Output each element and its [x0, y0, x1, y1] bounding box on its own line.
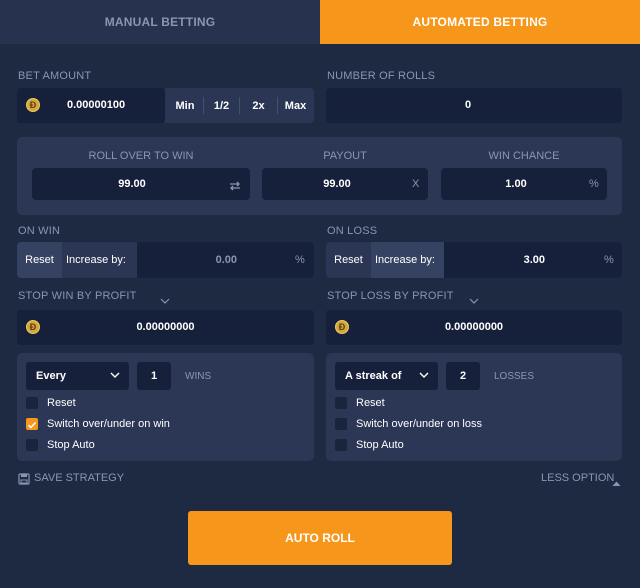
win-rule-mode-select[interactable]: Every	[26, 362, 129, 390]
auto-roll-button[interactable]: AUTO ROLL	[188, 511, 452, 565]
loss-rule-mode: A streak of	[345, 370, 402, 382]
win-rule-kind: WINS	[185, 371, 212, 382]
payout-suffix: X	[412, 178, 420, 190]
loss-rule-mode-select[interactable]: A streak of	[335, 362, 438, 390]
chevron-down-icon[interactable]	[160, 292, 170, 304]
stop-loss-value: 0.00000000	[444, 321, 504, 333]
number-of-rolls-label: NUMBER OF ROLLS	[327, 70, 436, 82]
chevron-down-icon	[110, 369, 120, 384]
loss-reset-checkbox[interactable]	[335, 397, 347, 409]
chevron-down-icon[interactable]	[469, 292, 479, 304]
stop-win-value: 0.00000000	[136, 321, 195, 333]
win-chance-value: 1.00	[505, 178, 527, 190]
coin-icon: Ð	[26, 98, 40, 112]
win-stop-auto-checkbox[interactable]	[26, 439, 38, 451]
win-reset-checkbox[interactable]	[26, 397, 38, 409]
on-loss-increase-label: Increase by:	[375, 254, 435, 266]
bet-amount-label: BET AMOUNT	[18, 70, 92, 82]
tab-manual-betting[interactable]: MANUAL BETTING	[0, 0, 320, 44]
on-win-suffix: %	[295, 254, 305, 266]
roll-over-value: 99.00	[118, 178, 146, 190]
on-loss-label: ON LOSS	[327, 225, 378, 237]
on-win-increase-label: Increase by:	[66, 254, 126, 266]
number-of-rolls-value: 0	[464, 99, 472, 111]
loss-reset-label: Reset	[356, 397, 385, 409]
on-loss-value[interactable]: 3.00	[444, 254, 545, 266]
less-option-link[interactable]: LESS OPTION	[541, 472, 614, 484]
half-button[interactable]: 1/2	[204, 88, 239, 123]
on-loss-reset-button[interactable]: Reset	[326, 242, 371, 278]
payout-value: 99.00	[323, 178, 351, 190]
win-switch-label: Switch over/under on win	[47, 418, 170, 430]
loss-rule-kind: LOSSES	[494, 371, 535, 382]
win-chance-suffix: %	[589, 178, 599, 190]
double-button[interactable]: 2x	[240, 88, 277, 123]
win-reset-label: Reset	[47, 397, 76, 409]
win-chance-label: WIN CHANCE	[488, 150, 560, 162]
win-rule-mode: Every	[36, 370, 66, 382]
loss-rule-count[interactable]: 2	[446, 362, 480, 390]
loss-switch-checkbox[interactable]	[335, 418, 347, 430]
max-button[interactable]: Max	[278, 88, 313, 123]
win-switch-checkbox[interactable]	[26, 418, 38, 430]
on-win-label: ON WIN	[18, 225, 61, 237]
loss-switch-label: Switch over/under on loss	[356, 418, 482, 430]
loss-stop-auto-label: Stop Auto	[356, 439, 404, 451]
win-stop-auto-label: Stop Auto	[47, 439, 95, 451]
stop-win-label: STOP WIN BY PROFIT	[18, 290, 137, 302]
save-strategy-link[interactable]: SAVE STRATEGY	[34, 472, 124, 484]
min-button[interactable]: Min	[167, 88, 203, 123]
on-loss-suffix: %	[604, 254, 614, 266]
roll-over-label: ROLL OVER TO WIN	[88, 150, 194, 162]
bet-amount-value: 0.00000100	[67, 99, 126, 111]
on-win-value[interactable]: 0.00	[137, 254, 237, 266]
check-icon	[27, 421, 37, 429]
win-rule-count[interactable]: 1	[137, 362, 171, 390]
payout-label: PAYOUT	[323, 150, 367, 162]
caret-up-icon[interactable]	[612, 474, 621, 486]
chevron-down-icon	[419, 369, 429, 384]
swap-icon[interactable]	[229, 179, 241, 191]
tab-automated-betting[interactable]: AUTOMATED BETTING	[320, 0, 640, 44]
loss-stop-auto-checkbox[interactable]	[335, 439, 347, 451]
save-icon[interactable]	[18, 472, 30, 485]
on-win-reset-button[interactable]: Reset	[17, 242, 62, 278]
stop-loss-label: STOP LOSS BY PROFIT	[327, 290, 454, 302]
